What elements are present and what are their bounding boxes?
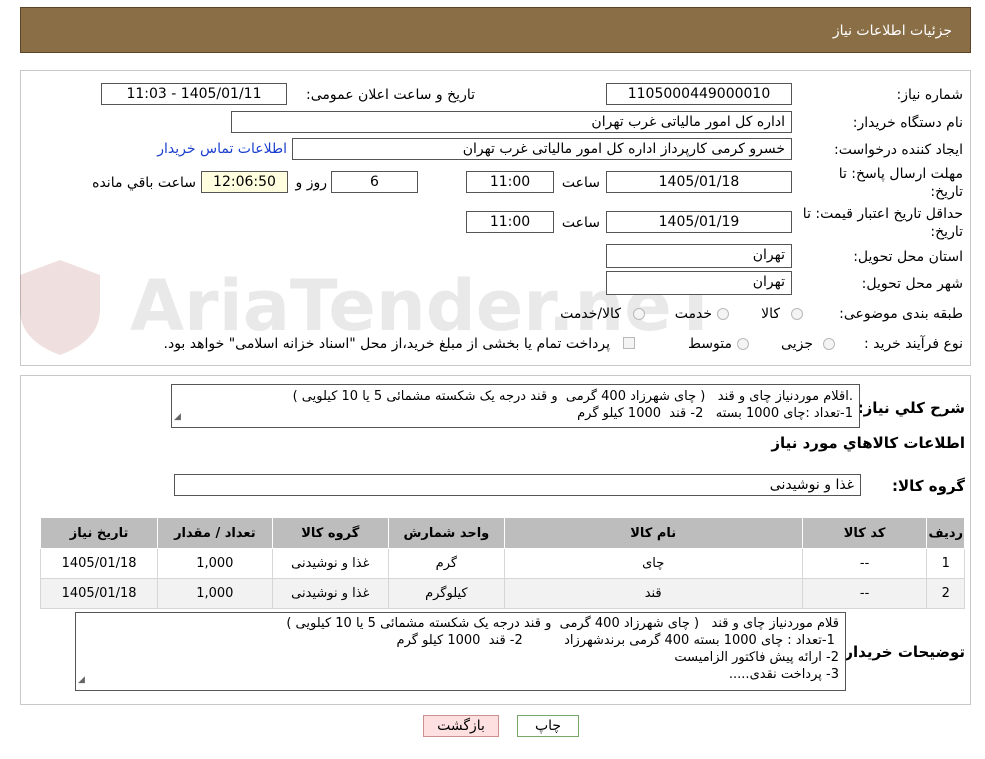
cell-unit: کیلوگرم xyxy=(388,578,505,609)
category-radio-goods-service[interactable] xyxy=(633,308,645,320)
province-label: استان محل تحویل: xyxy=(853,249,963,265)
treasury-note: پرداخت تمام یا بخشی از مبلغ خرید،از محل … xyxy=(163,336,610,352)
cell-row: 1 xyxy=(926,548,965,579)
need-number-label: شماره نیاز: xyxy=(896,87,964,103)
col-row: ردیف xyxy=(926,517,965,549)
creator-field: خسرو کرمی کارپرداز اداره کل امور مالیاتی… xyxy=(292,138,792,160)
buyer-org-label: نام دستگاه خریدار: xyxy=(852,115,963,131)
buyer-notes-label: توضیحات خریدار: xyxy=(838,643,965,661)
buyer-notes-textarea: قلام موردنیاز چای و قند ( چای شهرزاد 400… xyxy=(75,612,846,691)
col-code: کد کالا xyxy=(801,517,928,549)
goods-group-label: گروه کالا: xyxy=(892,477,965,495)
creator-label: ایجاد کننده درخواست: xyxy=(834,142,963,158)
cell-unit: گرم xyxy=(388,548,505,579)
contact-buyer-link[interactable]: اطلاعات تماس خریدار xyxy=(157,141,287,157)
summary-line-1: .اقلام موردنیاز چای و قند ( چای شهرزاد 4… xyxy=(292,389,853,404)
cell-row: 2 xyxy=(926,578,965,609)
province-field: تهران xyxy=(606,244,792,268)
category-option-service: خدمت xyxy=(674,306,712,322)
validity-label-2: تاریخ: xyxy=(930,224,963,240)
days-label: روز و xyxy=(295,175,328,191)
validity-label: حداقل تاریخ اعتبار قیمت: تا xyxy=(802,206,963,222)
cell-quantity: 1,000 xyxy=(157,578,273,609)
col-group: گروه کالا xyxy=(271,517,390,549)
deadline-label: مهلت ارسال پاسخ: تا xyxy=(838,166,963,182)
deadline-time-field: 11:00 xyxy=(466,171,554,193)
cell-code: -- xyxy=(801,578,928,609)
days-field: 6 xyxy=(331,171,418,193)
buyer-notes-line-2: 1-تعداد : چای 1000 بسته 400 گرمی برندشهر… xyxy=(396,633,839,648)
resize-grip-icon[interactable]: ◢ xyxy=(174,409,181,426)
process-radio-minor[interactable] xyxy=(823,338,835,350)
cell-group: غذا و نوشیدنی xyxy=(271,548,390,579)
table-row[interactable]: 2 -- قند کیلوگرم غذا و نوشیدنی 1,000 140… xyxy=(39,578,965,609)
cell-name: قند xyxy=(503,578,803,609)
resize-grip-icon[interactable]: ◢ xyxy=(78,672,85,689)
announce-field: 1405/01/11 - 11:03 xyxy=(101,83,287,105)
goods-group-field: غذا و نوشیدنی xyxy=(174,474,861,496)
cell-need-date: 1405/01/18 xyxy=(39,578,159,609)
page-title: جزئیات اطلاعات نیاز xyxy=(832,23,952,39)
cell-quantity: 1,000 xyxy=(157,548,273,579)
cell-group: غذا و نوشیدنی xyxy=(271,578,390,609)
remaining-label: ساعت باقي مانده xyxy=(92,175,196,191)
city-field: تهران xyxy=(606,271,792,295)
back-button[interactable]: بازگشت xyxy=(423,715,499,737)
buyer-notes-line-4: 3- پرداخت نقدی..... xyxy=(728,667,839,682)
deadline-time-label: ساعت xyxy=(561,175,600,191)
print-button[interactable]: چاپ xyxy=(517,715,579,737)
table-header-row: ردیف کد کالا نام کالا واحد شمارش گروه کا… xyxy=(39,517,965,549)
col-unit: واحد شمارش xyxy=(388,517,505,549)
col-quantity: تعداد / مقدار xyxy=(157,517,273,549)
category-option-goods-service: کالا/خدمت xyxy=(560,306,621,322)
announce-label: تاریخ و ساعت اعلان عمومی: xyxy=(306,87,475,103)
validity-time-label: ساعت xyxy=(561,215,600,231)
cell-need-date: 1405/01/18 xyxy=(39,548,159,579)
validity-time-field: 11:00 xyxy=(466,211,554,233)
deadline-label-2: تاریخ: xyxy=(930,184,963,200)
process-label: نوع فرآیند خرید : xyxy=(864,336,963,352)
col-need-date: تاریخ نیاز xyxy=(39,517,159,549)
deadline-date-field: 1405/01/18 xyxy=(606,171,792,193)
process-option-minor: جزیی xyxy=(781,336,813,352)
table-row[interactable]: 1 -- چای گرم غذا و نوشیدنی 1,000 1405/01… xyxy=(39,548,965,579)
buyer-notes-line-3: 2- ارائه پیش فاکتور الزامیست xyxy=(674,650,839,665)
items-table: ردیف کد کالا نام کالا واحد شمارش گروه کا… xyxy=(39,517,965,609)
summary-textarea: .اقلام موردنیاز چای و قند ( چای شهرزاد 4… xyxy=(171,384,860,428)
category-radio-service[interactable] xyxy=(717,308,729,320)
category-option-goods: کالا xyxy=(761,306,780,322)
remaining-time-field: 12:06:50 xyxy=(201,171,288,193)
cell-code: -- xyxy=(801,548,928,579)
city-label: شهر محل تحویل: xyxy=(861,276,963,292)
process-radio-medium[interactable] xyxy=(737,338,749,350)
validity-date-field: 1405/01/19 xyxy=(606,211,792,233)
summary-line-2: 1-تعداد :چای 1000 بسته 2- قند 1000 کیلو … xyxy=(577,406,853,421)
category-label: طبقه بندی موضوعی: xyxy=(839,306,963,322)
goods-section-title: اطلاعات کالاهاي مورد نياز xyxy=(771,434,965,452)
need-number-field: 1105000449000010 xyxy=(606,83,792,105)
cell-name: چای xyxy=(503,548,803,579)
category-radio-goods[interactable] xyxy=(791,308,803,320)
summary-label: شرح کلي نياز: xyxy=(857,399,965,417)
process-option-medium: متوسط xyxy=(688,336,732,352)
col-name: نام کالا xyxy=(503,517,803,549)
buyer-notes-line-1: قلام موردنیاز چای و قند ( چای شهرزاد 400… xyxy=(286,616,839,631)
buyer-org-field: اداره کل امور مالیاتی غرب تهران xyxy=(231,111,792,133)
shield-icon xyxy=(20,260,100,355)
treasury-checkbox[interactable] xyxy=(623,337,635,349)
page-header: جزئیات اطلاعات نیاز xyxy=(20,7,971,53)
